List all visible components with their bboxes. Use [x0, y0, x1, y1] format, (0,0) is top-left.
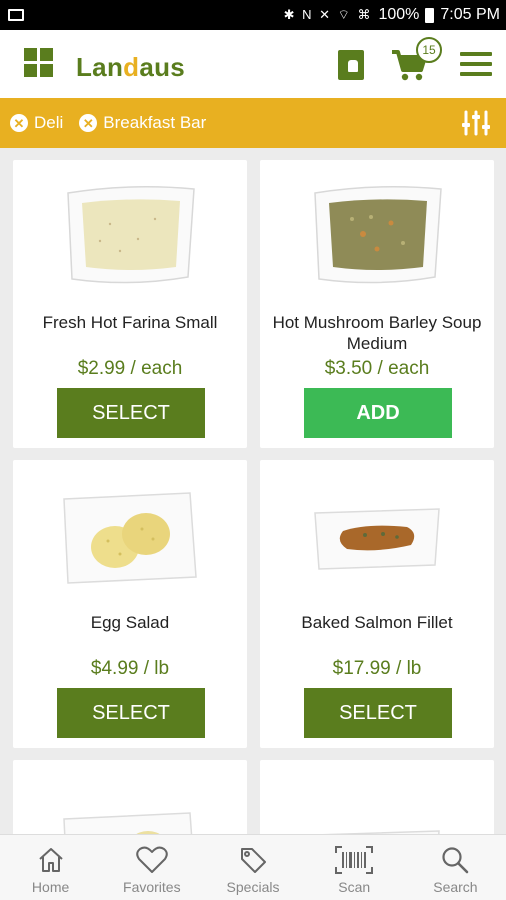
product-card[interactable]: Fresh Hot Farina Small $2.99 / each SELE… [13, 160, 247, 448]
product-image [260, 760, 494, 834]
battery-icon [425, 7, 435, 23]
product-name: Baked Salmon Fillet [301, 613, 453, 632]
status-icons: ✱ N ✕ ⌔ ⌘ [283, 7, 373, 22]
product-price: $17.99 / lb [332, 658, 422, 679]
nav-specials[interactable]: Specials [202, 835, 303, 900]
nav-search[interactable]: Search [405, 835, 506, 900]
add-button[interactable]: ADD [304, 388, 452, 438]
filter-chip-label: Breakfast Bar [103, 113, 207, 132]
remove-filter-icon[interactable]: ✕ [79, 114, 98, 132]
categories-grid-icon[interactable] [24, 48, 53, 77]
nav-label: Specials [226, 879, 280, 895]
filter-bar: ✕ Deli ✕ Breakfast Bar [0, 98, 506, 148]
product-name: Fresh Hot Farina Small [42, 313, 218, 332]
product-price: $4.99 / lb [90, 658, 170, 679]
filter-sliders-icon[interactable] [462, 110, 490, 136]
product-grid: Fresh Hot Farina Small $2.99 / each SELE… [0, 148, 506, 834]
product-price: $2.99 / each [77, 358, 183, 379]
cart-button[interactable]: 15 [390, 37, 442, 84]
product-name: Hot Mushroom Barley Soup Medium [272, 313, 482, 353]
clock: 7:05 PM [440, 6, 500, 23]
tag-icon [241, 848, 266, 873]
nav-label: Search [433, 879, 478, 895]
bottom-nav: Home Favorites Specials Scan Search [0, 834, 506, 900]
select-button[interactable]: SELECT [304, 688, 452, 738]
product-card[interactable]: Baked Salmon Fillet $17.99 / lb SELECT [260, 460, 494, 748]
product-card[interactable] [260, 760, 494, 834]
app-header: Landaus 15 [0, 30, 506, 98]
filter-chip-breakfast-bar[interactable]: ✕ Breakfast Bar [79, 113, 206, 133]
status-bar: ✱ N ✕ ⌔ ⌘ 100% 7:05 PM [0, 0, 506, 30]
nav-scan[interactable]: Scan [304, 835, 405, 900]
nav-home[interactable]: Home [0, 835, 101, 900]
product-card[interactable]: Hot Mushroom Barley Soup Medium $3.50 / … [260, 160, 494, 448]
product-price: $3.50 / each [324, 358, 430, 379]
product-name: Egg Salad [90, 613, 170, 632]
home-icon [38, 848, 63, 872]
nav-favorites[interactable]: Favorites [101, 835, 202, 900]
product-image [13, 460, 247, 610]
nav-label: Favorites [123, 879, 181, 895]
product-image [260, 160, 494, 310]
barcode-icon [335, 846, 374, 874]
hamburger-menu-icon[interactable] [460, 52, 492, 76]
cart-count-badge: 15 [416, 37, 442, 63]
nav-label: Scan [338, 879, 371, 895]
product-image [13, 160, 247, 310]
filter-chip-deli[interactable]: ✕ Deli [10, 113, 63, 133]
battery-percent: 100% [378, 6, 420, 23]
gallery-notification-icon [8, 9, 24, 21]
product-image [260, 460, 494, 610]
product-image [13, 760, 247, 834]
recipe-book-icon[interactable] [338, 50, 364, 80]
filter-chip-label: Deli [34, 113, 64, 132]
nav-label: Home [31, 879, 70, 895]
product-card[interactable]: Egg Salad $4.99 / lb SELECT [13, 460, 247, 748]
select-button[interactable]: SELECT [57, 688, 205, 738]
search-icon [442, 847, 469, 874]
remove-filter-icon[interactable]: ✕ [10, 114, 28, 132]
landaus-logo[interactable]: Landaus [76, 52, 185, 83]
heart-icon [136, 846, 168, 873]
product-card[interactable] [13, 760, 247, 834]
select-button[interactable]: SELECT [57, 388, 205, 438]
